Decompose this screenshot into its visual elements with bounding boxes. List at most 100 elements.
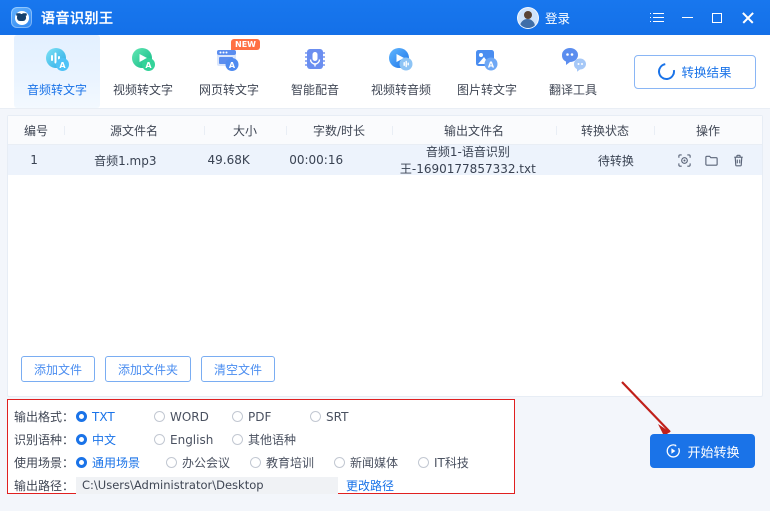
- add-file-button[interactable]: 添加文件: [21, 356, 96, 382]
- tool-item-audio-to-text[interactable]: A 音频转文字: [14, 35, 100, 108]
- radio-label: 其他语种: [248, 433, 297, 447]
- output-path-input[interactable]: [76, 477, 338, 494]
- radio-label: 办公会议: [182, 456, 231, 470]
- delete-icon[interactable]: [731, 153, 746, 168]
- tool-item-label: 智能配音: [290, 83, 339, 97]
- image-to-text-icon: A: [472, 45, 502, 75]
- cell-operations: [661, 153, 762, 168]
- file-table-body: 1 音频1.mp3 49.68K 00:00:16 音频1-语音识别王-1690…: [8, 145, 762, 342]
- preview-icon[interactable]: [677, 153, 692, 168]
- svg-text:A: A: [229, 61, 236, 70]
- svg-text:A: A: [145, 61, 152, 70]
- radio-dot-icon: [334, 457, 345, 468]
- start-conversion-label: 开始转换: [687, 445, 740, 461]
- language-label: 识别语种：: [14, 433, 75, 447]
- radio-label: SRT: [326, 409, 349, 424]
- cell-index: 1: [30, 153, 38, 167]
- tool-item-web-to-text[interactable]: A NEW 网页转文字: [186, 35, 272, 108]
- new-badge: NEW: [231, 39, 260, 50]
- tool-item-smart-dubbing[interactable]: 智能配音: [272, 35, 358, 108]
- radio-label: 教育培训: [266, 456, 315, 470]
- refresh-ring-icon: [655, 59, 679, 84]
- radio-label: 中文: [92, 433, 117, 447]
- radio-language-english[interactable]: English: [154, 433, 232, 447]
- robot-face-icon: [11, 7, 32, 28]
- radio-language-chinese[interactable]: 中文: [76, 431, 154, 448]
- tool-item-video-to-text[interactable]: A 视频转文字: [100, 35, 186, 108]
- radio-dot-icon: [418, 457, 429, 468]
- title-bar-left: 语音识别王: [0, 7, 114, 28]
- radio-format-word[interactable]: WORD: [154, 410, 232, 424]
- radio-label: 新闻媒体: [350, 456, 399, 470]
- radio-dot-icon: [76, 457, 87, 468]
- audio-to-text-icon: A: [42, 45, 72, 75]
- play-circle-icon: [665, 443, 681, 459]
- column-header-index: 编号: [23, 123, 48, 138]
- web-to-text-icon: A NEW: [214, 39, 260, 75]
- tool-item-label: 视频转文字: [112, 83, 173, 97]
- radio-format-srt[interactable]: SRT: [310, 410, 348, 424]
- radio-label: TXT: [92, 409, 115, 424]
- translate-icon: [558, 45, 588, 75]
- title-bar: 语音识别王 登录: [0, 0, 770, 35]
- app-title: 语音识别王: [41, 10, 114, 27]
- radio-label: PDF: [248, 409, 272, 424]
- radio-format-txt[interactable]: TXT: [76, 410, 154, 424]
- feature-toolbar-items: A 音频转文字 A 视频转文字 A NEW 网页转文字 智能配音 视频转音频 A…: [0, 35, 616, 108]
- cell-duration: 00:00:16: [289, 153, 344, 167]
- login-button[interactable]: 登录: [516, 6, 570, 29]
- radio-format-pdf[interactable]: PDF: [232, 410, 310, 424]
- tool-item-translate[interactable]: 翻译工具: [530, 35, 616, 108]
- file-action-bar: 添加文件 添加文件夹 清空文件: [8, 342, 762, 396]
- radio-scene-general[interactable]: 通用场景: [76, 454, 166, 471]
- radio-scene-education[interactable]: 教育培训: [250, 454, 334, 471]
- change-path-link[interactable]: 更改路径: [346, 477, 394, 494]
- cell-status: 待转换: [597, 153, 634, 168]
- tool-item-image-to-text[interactable]: A 图片转文字: [444, 35, 530, 108]
- tool-item-label: 翻译工具: [548, 83, 597, 97]
- video-to-audio-icon: [386, 45, 416, 75]
- svg-text:A: A: [59, 61, 66, 70]
- radio-scene-news[interactable]: 新闻媒体: [334, 454, 418, 471]
- add-folder-button[interactable]: 添加文件夹: [105, 356, 192, 382]
- radio-scene-meeting[interactable]: 办公会议: [166, 454, 250, 471]
- tool-item-label: 音频转文字: [26, 83, 87, 97]
- radio-dot-icon: [154, 434, 165, 445]
- radio-language-other[interactable]: 其他语种: [232, 431, 296, 448]
- avatar-icon: [516, 6, 539, 29]
- clear-files-button[interactable]: 清空文件: [201, 356, 276, 382]
- tool-item-label: 视频转音频: [370, 83, 431, 97]
- login-label: 登录: [544, 11, 570, 26]
- column-header-size: 大小: [204, 122, 286, 139]
- radio-dot-icon: [250, 457, 261, 468]
- video-to-text-icon: A: [128, 45, 158, 75]
- maximize-icon[interactable]: [702, 3, 732, 33]
- list-menu-icon[interactable]: [642, 3, 672, 33]
- minimize-icon[interactable]: [672, 3, 702, 33]
- output-path-row: 输出路径： 更改路径: [8, 474, 514, 497]
- column-header-operations: 操作: [654, 122, 762, 139]
- folder-icon[interactable]: [704, 153, 719, 168]
- radio-label: IT科技: [434, 456, 469, 470]
- cell-source-name: 音频1.mp3: [94, 153, 157, 168]
- tool-item-label: 图片转文字: [456, 83, 517, 97]
- cell-output-name: 音频1-语音识别王-1690177857332.txt: [399, 145, 536, 176]
- conversion-result-button[interactable]: 转换结果: [634, 54, 756, 89]
- radio-label: English: [170, 432, 214, 447]
- conversion-result-label: 转换结果: [681, 65, 732, 80]
- cell-size: 49.68K: [207, 153, 250, 167]
- tool-item-video-to-audio[interactable]: 视频转音频: [358, 35, 444, 108]
- language-row: 识别语种： 中文 English 其他语种: [8, 428, 514, 451]
- radio-scene-it[interactable]: IT科技: [418, 454, 469, 471]
- column-header-status: 转换状态: [556, 122, 654, 139]
- table-row[interactable]: 1 音频1.mp3 49.68K 00:00:16 音频1-语音识别王-1690…: [8, 145, 762, 176]
- settings-area: 输出格式： TXT WORD PDF SRT 识别语种： 中文 English …: [0, 381, 770, 505]
- start-conversion-button[interactable]: 开始转换: [650, 434, 755, 468]
- radio-dot-icon: [310, 411, 321, 422]
- file-table-header: 编号 源文件名 大小 字数/时长 输出文件名 转换状态 操作: [8, 116, 762, 145]
- close-icon[interactable]: [732, 3, 762, 33]
- window-bottom-strip: [0, 505, 770, 511]
- radio-dot-icon: [76, 411, 87, 422]
- file-list-panel: 编号 源文件名 大小 字数/时长 输出文件名 转换状态 操作 1 音频1.mp3…: [7, 115, 763, 397]
- window-controls: [642, 3, 770, 33]
